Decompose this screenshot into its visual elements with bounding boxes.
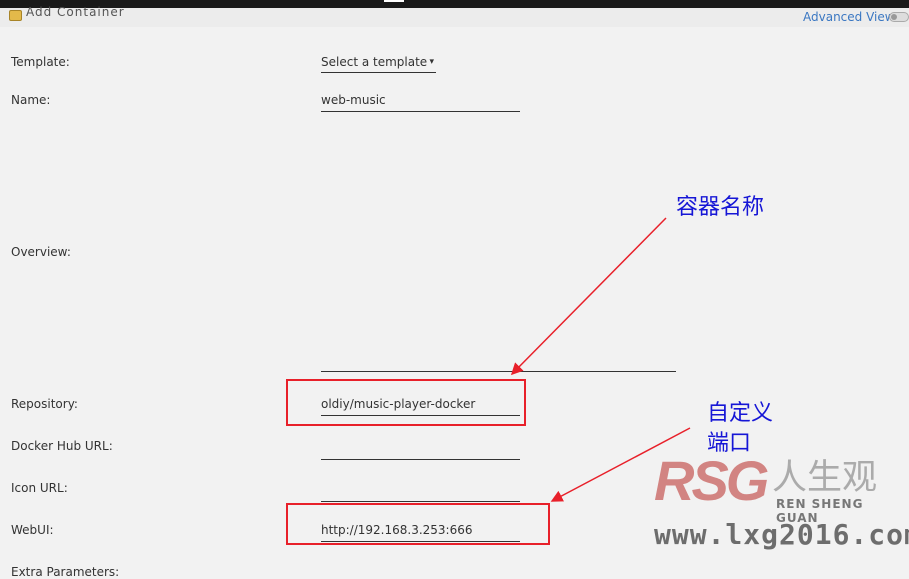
annotation-custom-port-line1: 自定义: [707, 401, 774, 426]
watermark-logo: RSG: [654, 449, 769, 512]
watermark-chinese: 人生观: [772, 458, 878, 498]
annotation-container-name: 容器名称: [676, 195, 765, 220]
arrow-to-repository: [510, 217, 667, 376]
watermark-url: www.lxg2016.com: [654, 518, 909, 551]
